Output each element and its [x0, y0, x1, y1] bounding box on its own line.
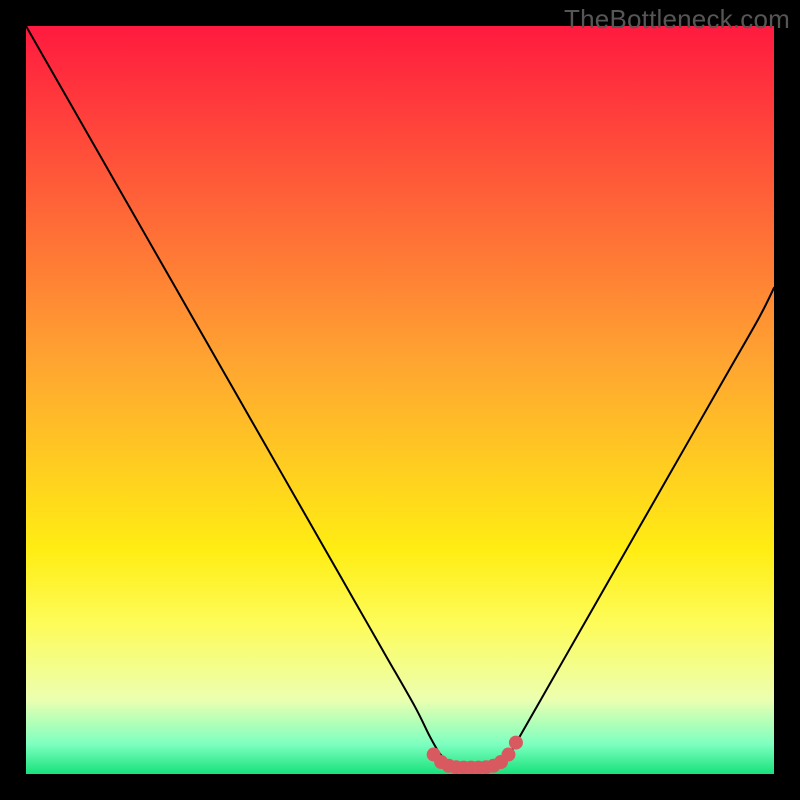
- trough-marker: [501, 748, 515, 762]
- chart-canvas: TheBottleneck.com: [0, 0, 800, 800]
- watermark-text: TheBottleneck.com: [564, 4, 790, 35]
- trough-markers: [427, 736, 523, 774]
- trough-marker: [509, 736, 523, 750]
- marker-layer: [26, 26, 774, 774]
- plot-area: [26, 26, 774, 774]
